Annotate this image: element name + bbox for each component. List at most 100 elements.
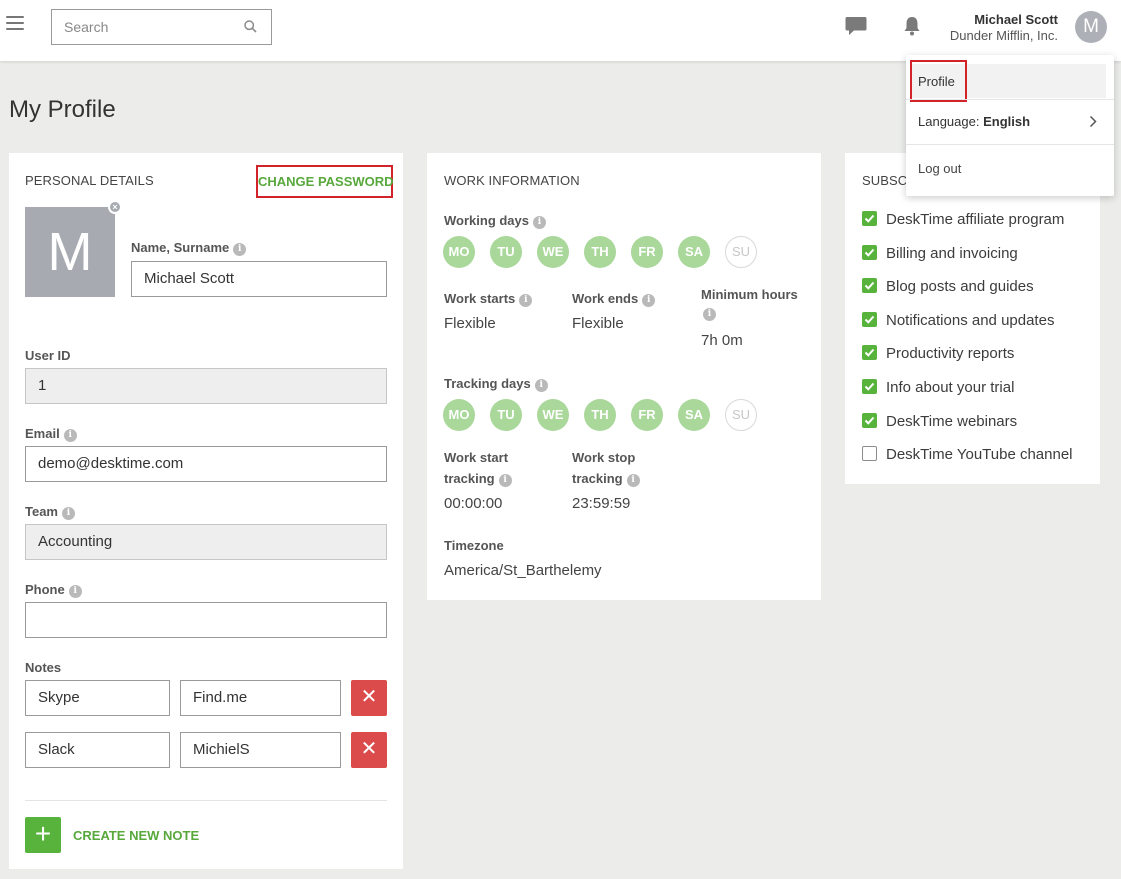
checkbox-checked[interactable]	[862, 245, 877, 260]
minimum-hours-value: 7h 0m	[701, 332, 743, 349]
day-mo: MO	[443, 236, 475, 268]
subscription-item[interactable]: Productivity reports	[862, 345, 1014, 365]
stop-tracking-value: 23:59:59	[572, 495, 631, 512]
info-icon[interactable]: i	[233, 243, 247, 256]
company-name[interactable]: Dunder Mifflin, Inc.	[950, 28, 1058, 43]
chat-icon[interactable]	[845, 16, 867, 36]
subscription-item[interactable]: Billing and invoicing	[862, 245, 1018, 265]
search-box	[51, 9, 272, 45]
note-value-field[interactable]: Find.me	[180, 680, 341, 716]
subscription-item[interactable]: DeskTime affiliate program	[862, 211, 1064, 231]
note-key-field[interactable]: Slack	[25, 732, 170, 768]
name-field[interactable]: Michael Scott	[131, 261, 387, 297]
checkbox-checked[interactable]	[862, 379, 877, 394]
menu-icon[interactable]	[6, 16, 24, 30]
work-ends-label: Work ends i	[572, 291, 656, 307]
day-fr: FR	[631, 236, 663, 268]
dropdown-logout-item[interactable]: Log out	[918, 161, 961, 176]
info-icon[interactable]: i	[63, 429, 77, 442]
divider	[906, 144, 1114, 145]
subscription-item[interactable]: Blog posts and guides	[862, 278, 1034, 298]
personal-details-title: PERSONAL DETAILS	[25, 173, 154, 188]
dropdown-profile-label[interactable]: Profile	[918, 74, 955, 89]
checkbox-checked[interactable]	[862, 413, 877, 428]
subscription-item[interactable]: Info about your trial	[862, 379, 1014, 399]
subscription-item[interactable]: Notifications and updates	[862, 312, 1054, 332]
subscription-label: Notifications and updates	[886, 312, 1055, 329]
email-field[interactable]: demo@desktime.com	[25, 446, 387, 482]
user-dropdown-menu: Profile Language: English Log out	[906, 55, 1114, 196]
info-icon[interactable]: i	[626, 474, 640, 487]
day-we: WE	[537, 236, 569, 268]
tracking-day-tu: TU	[490, 399, 522, 431]
info-icon[interactable]: i	[642, 294, 656, 307]
tracking-day-su: SU	[725, 399, 757, 431]
chevron-right-icon[interactable]	[1089, 115, 1097, 128]
checkbox-checked[interactable]	[862, 345, 877, 360]
subscription-label: Productivity reports	[886, 345, 1015, 362]
note-key-field[interactable]: Skype	[25, 680, 170, 716]
subscription-label: Billing and invoicing	[886, 245, 1018, 262]
user-name[interactable]: Michael Scott	[974, 12, 1058, 27]
info-icon[interactable]: i	[533, 216, 547, 229]
phone-label: Phone i	[25, 582, 82, 598]
info-icon[interactable]: i	[498, 474, 512, 487]
note-value-field[interactable]: MichielS	[180, 732, 341, 768]
page-title: My Profile	[9, 96, 116, 123]
stop-tracking-label-2: tracking i	[572, 471, 640, 487]
checkbox-unchecked[interactable]	[862, 446, 877, 461]
name-label: Name, Surname i	[131, 240, 247, 256]
team-field: Accounting	[25, 524, 387, 560]
tracking-day-we: WE	[537, 399, 569, 431]
work-ends-value: Flexible	[572, 315, 624, 332]
info-icon[interactable]: i	[534, 379, 548, 392]
subscription-item[interactable]: DeskTime webinars	[862, 413, 1017, 433]
day-tu: TU	[490, 236, 522, 268]
search-icon[interactable]	[244, 20, 257, 33]
info-icon[interactable]: i	[62, 507, 75, 520]
work-information-title: WORK INFORMATION	[444, 173, 580, 188]
tracking-day-mo: MO	[443, 399, 475, 431]
top-bar: Michael Scott Dunder Mifflin, Inc. M	[0, 0, 1121, 61]
minimum-hours-label: Minimum hours	[701, 287, 798, 302]
timezone-value: America/St_Barthelemy	[444, 562, 602, 579]
subscription-label: DeskTime webinars	[886, 413, 1018, 430]
tracking-day-th: TH	[584, 399, 616, 431]
userid-label: User ID	[25, 348, 71, 363]
delete-note-button[interactable]: ✕	[351, 732, 387, 768]
subscription-label: DeskTime affiliate program	[886, 211, 1065, 228]
dropdown-language-item[interactable]: Language: English	[918, 114, 1030, 129]
work-starts-label: Work starts i	[444, 291, 533, 307]
timezone-label: Timezone	[444, 538, 504, 553]
delete-note-button[interactable]: ✕	[351, 680, 387, 716]
checkbox-checked[interactable]	[862, 278, 877, 293]
avatar[interactable]: M	[1075, 11, 1107, 43]
working-days-label: Working days i	[444, 213, 547, 229]
start-tracking-value: 00:00:00	[444, 495, 503, 512]
phone-field[interactable]	[25, 602, 387, 638]
remove-avatar-icon[interactable]: ×	[108, 200, 122, 214]
info-icon[interactable]: i	[68, 585, 82, 598]
info-icon[interactable]: i	[519, 294, 533, 307]
subscription-item[interactable]: DeskTime YouTube channel	[862, 446, 1073, 466]
bell-icon[interactable]	[902, 15, 922, 37]
profile-avatar[interactable]: M	[25, 207, 115, 297]
subscription-label: Blog posts and guides	[886, 278, 1034, 295]
checkbox-checked[interactable]	[862, 312, 877, 327]
notes-label: Notes	[25, 660, 62, 675]
stop-tracking-label: Work stop	[572, 450, 636, 465]
change-password-button[interactable]: CHANGE PASSWORD	[256, 165, 394, 198]
add-note-button[interactable]: +	[25, 817, 61, 853]
email-label: Email i	[25, 426, 77, 442]
day-su: SU	[725, 236, 757, 268]
tracking-day-sa: SA	[678, 399, 710, 431]
search-input[interactable]	[52, 10, 232, 44]
subscription-label: Info about your trial	[886, 379, 1015, 396]
create-new-note-link[interactable]: CREATE NEW NOTE	[73, 828, 199, 843]
team-label: Team i	[25, 504, 75, 520]
checkbox-checked[interactable]	[862, 211, 877, 226]
userid-field: 1	[25, 368, 387, 404]
tracking-day-fr: FR	[631, 399, 663, 431]
divider	[25, 800, 387, 801]
info-icon[interactable]: i	[703, 308, 716, 321]
